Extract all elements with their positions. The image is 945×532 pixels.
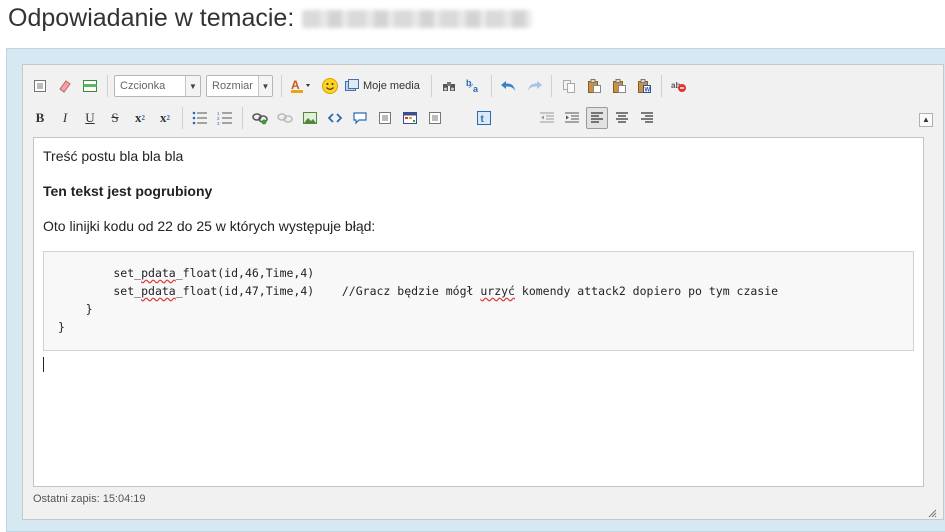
code-icon[interactable] bbox=[324, 107, 346, 129]
resize-handle-icon[interactable] bbox=[927, 505, 937, 518]
content-line-bold: Ten tekst jest pogrubiony bbox=[43, 183, 213, 199]
code-line: set_pdata_float(id,46,Time,4) bbox=[58, 266, 315, 280]
replace-icon[interactable]: ba bbox=[463, 75, 485, 97]
remove-format-icon[interactable] bbox=[54, 75, 76, 97]
font-combo[interactable]: Czcionka ▼ bbox=[114, 75, 201, 97]
page-title: Odpowiadanie w temacie: bbox=[8, 4, 533, 33]
hidden-content-icon[interactable] bbox=[424, 107, 446, 129]
code-line: set_pdata_float(id,47,Time,4) //Gracz bę… bbox=[58, 284, 779, 298]
bold-icon[interactable]: B bbox=[29, 107, 51, 129]
chevron-down-icon: ▼ bbox=[185, 76, 200, 96]
strikethrough-icon[interactable]: S bbox=[104, 107, 126, 129]
content-line-1: Treść postu bla bla bla bbox=[43, 148, 184, 164]
unlink-icon[interactable] bbox=[274, 107, 296, 129]
size-combo-label: Rozmiar bbox=[212, 80, 253, 92]
toolbar-separator bbox=[490, 75, 492, 97]
align-left-icon[interactable] bbox=[586, 107, 608, 129]
svg-text:A: A bbox=[291, 78, 300, 92]
table-icon[interactable] bbox=[399, 107, 421, 129]
align-right-icon[interactable] bbox=[636, 107, 658, 129]
copy-icon[interactable] bbox=[558, 75, 580, 97]
size-combo[interactable]: Rozmiar ▼ bbox=[206, 75, 273, 97]
redo-icon[interactable] bbox=[523, 75, 545, 97]
collapse-toolbar-button[interactable]: ▲ bbox=[919, 113, 933, 127]
spoiler-icon[interactable] bbox=[374, 107, 396, 129]
indent-icon[interactable] bbox=[561, 107, 583, 129]
paste-word-icon[interactable]: W bbox=[633, 75, 655, 97]
code-line: } bbox=[58, 302, 93, 316]
rich-text-editor: Czcionka ▼ Rozmiar ▼ A Moje media ba W a… bbox=[22, 64, 944, 520]
text-cursor bbox=[43, 357, 44, 372]
toolbar-row-2: B I U S x2 x2 123 t bbox=[29, 105, 661, 131]
find-icon[interactable] bbox=[438, 75, 460, 97]
subscript-icon[interactable]: x2 bbox=[129, 107, 151, 129]
svg-text:W: W bbox=[644, 88, 650, 94]
numbered-list-icon[interactable]: 123 bbox=[214, 107, 236, 129]
content-line-3: Oto linijki kodu od 22 do 25 w których w… bbox=[43, 218, 376, 234]
media-icon bbox=[345, 79, 359, 91]
moje-media-button[interactable]: Moje media bbox=[344, 78, 420, 94]
twitter-icon[interactable]: t bbox=[473, 107, 495, 129]
page-title-text: Odpowiadanie w temacie: bbox=[8, 4, 295, 32]
paste-text-icon[interactable] bbox=[608, 75, 630, 97]
source-icon[interactable] bbox=[29, 75, 51, 97]
svg-text:a: a bbox=[473, 84, 479, 94]
spellcheck-icon[interactable]: ab bbox=[668, 75, 690, 97]
toolbar-separator bbox=[242, 107, 243, 129]
editor-content-area[interactable]: Treść postu bla bla bla Ten tekst jest p… bbox=[33, 137, 924, 487]
blurred-topic-name bbox=[302, 9, 533, 28]
toolbar-separator bbox=[182, 107, 183, 129]
toolbar-separator bbox=[281, 75, 282, 97]
template-icon[interactable] bbox=[79, 75, 101, 97]
font-combo-label: Czcionka bbox=[120, 80, 166, 92]
code-block: set_pdata_float(id,46,Time,4) set_pdata_… bbox=[43, 251, 914, 351]
bulleted-list-icon[interactable] bbox=[189, 107, 211, 129]
align-center-icon[interactable] bbox=[611, 107, 633, 129]
superscript-icon[interactable]: x2 bbox=[154, 107, 176, 129]
text-color-icon[interactable]: A bbox=[288, 75, 316, 97]
chevron-down-icon: ▼ bbox=[257, 76, 272, 96]
last-save-status: Ostatni zapis: 15:04:19 bbox=[33, 493, 146, 505]
toolbar-separator bbox=[550, 75, 552, 97]
code-line-1-spellcheck: pdata bbox=[141, 266, 176, 280]
toolbar-separator bbox=[660, 75, 662, 97]
moje-media-label: Moje media bbox=[363, 80, 420, 92]
outdent-icon[interactable] bbox=[536, 107, 558, 129]
toolbar-row-1: Czcionka ▼ Rozmiar ▼ A Moje media ba W a… bbox=[29, 73, 693, 99]
toolbar-separator bbox=[107, 75, 108, 97]
link-icon[interactable] bbox=[249, 107, 271, 129]
toolbar-separator bbox=[430, 75, 432, 97]
code-line: } bbox=[58, 320, 65, 334]
image-icon[interactable] bbox=[299, 107, 321, 129]
smiley-icon[interactable] bbox=[319, 75, 341, 97]
quote-icon[interactable] bbox=[349, 107, 371, 129]
code-line-2-spellcheck: pdata bbox=[141, 284, 176, 298]
underline-icon[interactable]: U bbox=[79, 107, 101, 129]
paste-icon[interactable] bbox=[583, 75, 605, 97]
undo-icon[interactable] bbox=[498, 75, 520, 97]
italic-icon[interactable]: I bbox=[54, 107, 76, 129]
svg-text:3: 3 bbox=[217, 121, 220, 125]
code-line-2-spellcheck-urzyc: urzyć bbox=[480, 284, 515, 298]
